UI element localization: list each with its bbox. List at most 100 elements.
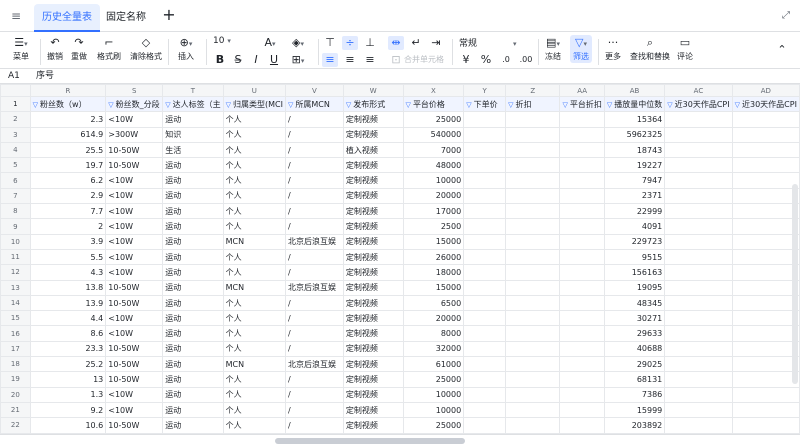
table-cell[interactable]: 15364 — [603, 111, 666, 128]
select-all-corner[interactable] — [0, 84, 31, 97]
table-cell[interactable]: / — [285, 187, 344, 205]
header-cell[interactable]: ▽ 平台价格 — [402, 95, 465, 113]
table-cell[interactable]: 26000 — [402, 248, 465, 266]
table-cell[interactable] — [731, 141, 800, 159]
table-cell[interactable]: 个人 — [222, 325, 287, 342]
header-cell[interactable]: ▽ 近30天作品CPI — [731, 95, 800, 113]
menu-button[interactable]: ☰▾ 菜单 — [6, 35, 36, 63]
table-cell[interactable]: 个人 — [222, 111, 287, 128]
add-sheet-icon[interactable]: + — [160, 6, 178, 24]
align-top-icon[interactable]: ⊤ — [322, 36, 338, 50]
column-header[interactable]: Y — [463, 84, 507, 97]
table-cell[interactable]: 个人 — [222, 218, 287, 235]
table-cell[interactable] — [559, 218, 605, 235]
table-cell[interactable]: 运动 — [162, 187, 224, 205]
bold-icon[interactable]: B — [212, 53, 228, 67]
align-right-icon[interactable]: ≡ — [362, 53, 378, 67]
column-header[interactable]: Z — [505, 84, 561, 97]
table-cell[interactable] — [664, 248, 733, 266]
filter-icon[interactable]: ▽ — [466, 101, 471, 109]
table-cell[interactable]: <10W — [105, 264, 164, 281]
table-cell[interactable] — [559, 141, 605, 159]
table-cell[interactable]: 48345 — [603, 294, 666, 312]
table-cell[interactable] — [731, 248, 800, 266]
row-number[interactable]: 19 — [0, 371, 31, 388]
table-cell[interactable] — [505, 356, 561, 373]
table-cell[interactable]: 运动 — [162, 264, 224, 281]
filter-icon[interactable]: ▽ — [406, 101, 411, 109]
table-cell[interactable] — [463, 126, 507, 143]
table-cell[interactable] — [463, 248, 507, 266]
table-cell[interactable] — [559, 264, 605, 281]
row-number[interactable]: 21 — [0, 401, 31, 419]
table-cell[interactable]: 2500 — [402, 218, 465, 235]
column-header[interactable]: R — [29, 84, 107, 97]
table-cell[interactable]: 7947 — [603, 172, 666, 189]
table-cell[interactable] — [505, 218, 561, 235]
table-cell[interactable]: 定制视频 — [342, 233, 404, 250]
row-number[interactable]: 11 — [0, 248, 31, 266]
table-cell[interactable] — [559, 401, 605, 419]
table-cell[interactable]: / — [285, 294, 344, 312]
table-cell[interactable]: / — [285, 218, 344, 235]
table-cell[interactable]: 4091 — [603, 218, 666, 235]
table-cell[interactable]: 个人 — [222, 187, 287, 205]
table-cell[interactable]: 540000 — [402, 126, 465, 143]
header-cell[interactable]: ▽ 折扣 — [505, 95, 561, 113]
table-cell[interactable]: 9.2 — [29, 401, 107, 419]
table-cell[interactable]: <10W — [105, 187, 164, 205]
table-cell[interactable]: 个人 — [222, 294, 287, 312]
column-header[interactable]: AC — [664, 84, 733, 97]
header-cell[interactable]: ▽ 归属类型(MCI — [222, 95, 287, 113]
table-cell[interactable] — [463, 356, 507, 373]
table-cell[interactable]: 北京后浪互娱 — [285, 356, 344, 373]
table-cell[interactable]: 运动 — [162, 111, 224, 128]
column-header[interactable]: V — [285, 84, 344, 97]
table-cell[interactable] — [731, 218, 800, 235]
table-cell[interactable]: 个人 — [222, 248, 287, 266]
header-cell[interactable]: ▽ 平台折扣 — [559, 95, 605, 113]
table-cell[interactable]: 个人 — [222, 157, 287, 174]
table-cell[interactable]: 定制视频 — [342, 371, 404, 388]
table-cell[interactable]: 19227 — [603, 157, 666, 174]
filter-button[interactable]: ▽▾ 筛选 — [570, 35, 592, 63]
table-cell[interactable]: 25.5 — [29, 141, 107, 159]
text-wrap-icon[interactable]: ↵ — [408, 36, 424, 50]
table-cell[interactable] — [559, 203, 605, 220]
table-cell[interactable]: 定制视频 — [342, 157, 404, 174]
table-cell[interactable]: / — [285, 401, 344, 419]
table-cell[interactable] — [731, 386, 800, 403]
table-cell[interactable]: <10W — [105, 218, 164, 235]
column-header[interactable]: X — [402, 84, 465, 97]
table-cell[interactable]: / — [285, 157, 344, 174]
table-cell[interactable] — [463, 325, 507, 342]
table-cell[interactable]: 40688 — [603, 340, 666, 358]
table-cell[interactable]: 个人 — [222, 141, 287, 159]
italic-icon[interactable]: I — [248, 53, 264, 67]
column-width-icon[interactable]: ⇹ — [388, 36, 404, 50]
table-cell[interactable]: 8000 — [402, 325, 465, 342]
table-cell[interactable]: 运动 — [162, 325, 224, 342]
table-cell[interactable] — [664, 325, 733, 342]
table-cell[interactable]: 定制视频 — [342, 172, 404, 189]
table-cell[interactable]: / — [285, 340, 344, 358]
table-cell[interactable]: 植入视频 — [342, 141, 404, 159]
table-cell[interactable] — [731, 279, 800, 296]
decrease-decimal-icon[interactable]: .0 — [498, 53, 514, 67]
table-cell[interactable]: 17000 — [402, 203, 465, 220]
filter-icon[interactable]: ▽ — [735, 101, 740, 109]
table-cell[interactable]: <10W — [105, 386, 164, 403]
table-cell[interactable] — [505, 325, 561, 342]
row-number[interactable]: 20 — [0, 386, 31, 403]
table-cell[interactable]: / — [285, 386, 344, 403]
table-cell[interactable] — [463, 172, 507, 189]
table-cell[interactable]: 20000 — [402, 310, 465, 327]
table-cell[interactable]: 3.9 — [29, 233, 107, 250]
table-cell[interactable] — [664, 187, 733, 205]
font-color-icon[interactable]: A▾ — [262, 36, 278, 51]
table-cell[interactable] — [505, 233, 561, 250]
align-bottom-icon[interactable]: ⊥ — [362, 36, 378, 50]
table-cell[interactable] — [731, 157, 800, 174]
undo-button[interactable]: ↶ 撤销 — [44, 35, 66, 63]
cell-reference[interactable]: A1 — [8, 69, 32, 83]
